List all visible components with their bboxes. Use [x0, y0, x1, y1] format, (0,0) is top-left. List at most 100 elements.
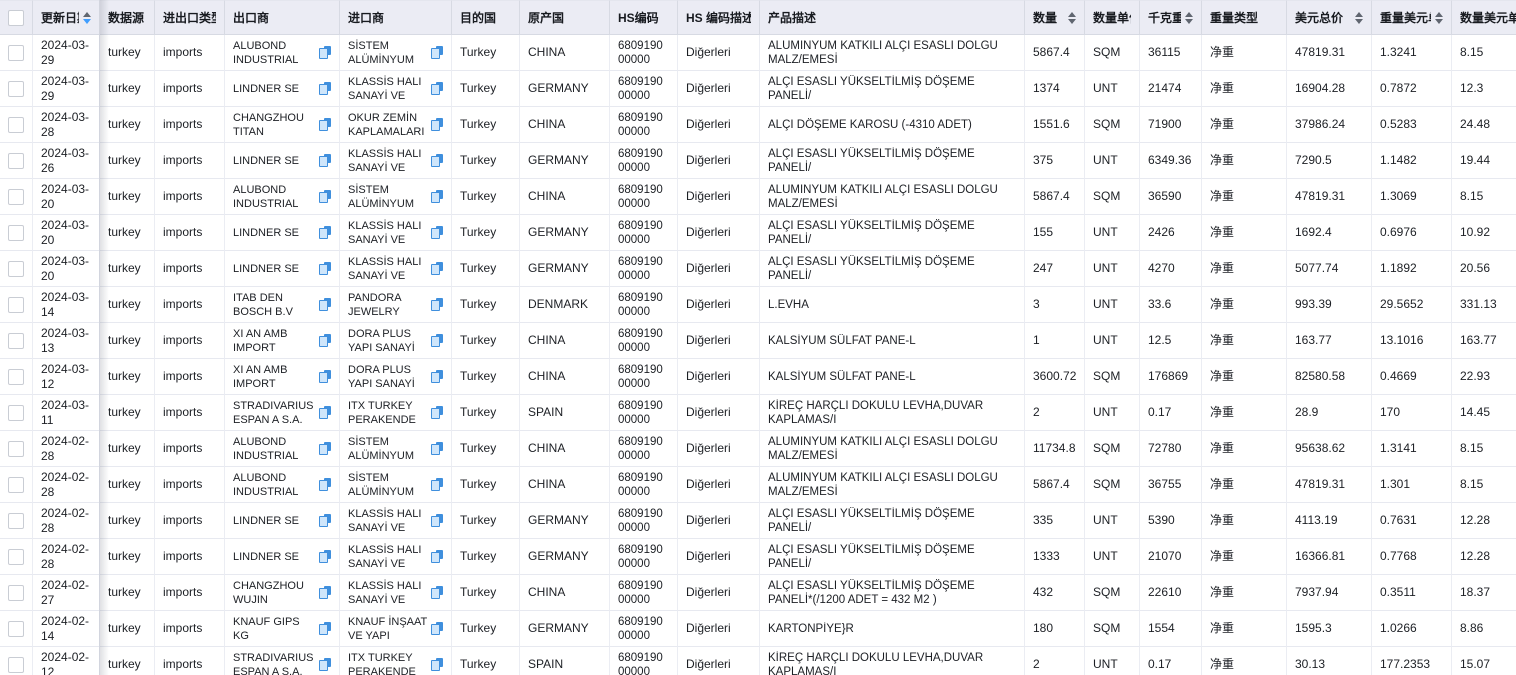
copy-icon[interactable]: [431, 226, 443, 240]
sort-desc-icon[interactable]: [1435, 19, 1443, 24]
sort-asc-icon[interactable]: [1185, 12, 1193, 17]
sort-carets-icon[interactable]: [1355, 12, 1363, 24]
copy-icon[interactable]: [431, 442, 443, 456]
cell-value-quantity_usd_price: 15.07: [1460, 657, 1516, 672]
row-checkbox[interactable]: [8, 441, 24, 457]
copy-icon[interactable]: [319, 370, 331, 384]
sort-carets-icon[interactable]: [1185, 12, 1193, 24]
copy-icon[interactable]: [431, 118, 443, 132]
copy-icon[interactable]: [431, 154, 443, 168]
header-usd_total[interactable]: 美元总价: [1287, 0, 1372, 35]
table-row: 2024-03-28turkeyimportsCHANGZHOU TITAN D…: [0, 107, 1516, 143]
header-kg_weight[interactable]: 千克重量: [1140, 0, 1202, 35]
sort-carets-icon[interactable]: [1068, 12, 1076, 24]
copy-icon[interactable]: [431, 550, 443, 564]
row-checkbox[interactable]: [8, 225, 24, 241]
copy-icon[interactable]: [319, 190, 331, 204]
row-checkbox[interactable]: [8, 477, 24, 493]
sort-carets-icon[interactable]: [1435, 12, 1443, 24]
copy-icon[interactable]: [319, 298, 331, 312]
row-checkbox[interactable]: [8, 585, 24, 601]
row-checkbox[interactable]: [8, 117, 24, 133]
cell-hs_code: 680919000000: [610, 143, 678, 179]
sort-carets-icon[interactable]: [83, 12, 91, 24]
copy-icon[interactable]: [319, 442, 331, 456]
copy-icon[interactable]: [431, 514, 443, 528]
cell-importer: PANDORA JEWELRY MÜCEVHERAT ANONİM: [340, 287, 452, 323]
copy-icon[interactable]: [431, 406, 443, 420]
copy-icon[interactable]: [431, 622, 443, 636]
row-checkbox[interactable]: [8, 153, 24, 169]
copy-icon[interactable]: [431, 298, 443, 312]
sort-desc-icon[interactable]: [1185, 19, 1193, 24]
copy-icon[interactable]: [319, 226, 331, 240]
hs-code-value: 680919000000: [618, 291, 669, 319]
row-checkbox[interactable]: [8, 513, 24, 529]
sort-desc-icon[interactable]: [83, 19, 91, 24]
row-checkbox[interactable]: [8, 405, 24, 421]
row-checkbox[interactable]: [8, 45, 24, 61]
header-label-source: 数据源: [108, 9, 144, 26]
cell-weight_usd_price: 1.3241: [1372, 35, 1452, 71]
cell-value-origin: CHINA: [528, 45, 601, 60]
row-checkbox[interactable]: [8, 369, 24, 385]
row-checkbox[interactable]: [8, 81, 24, 97]
copy-icon[interactable]: [319, 406, 331, 420]
cell-value-kg_weight: 1554: [1148, 621, 1193, 636]
cell-quantity_usd_price: 8.15: [1452, 431, 1516, 467]
cell-value-source: turkey: [108, 549, 146, 564]
copy-icon[interactable]: [319, 478, 331, 492]
cell-usd_total: 47819.31: [1287, 179, 1372, 215]
sort-asc-icon[interactable]: [83, 12, 91, 17]
cell-kg_weight: 176869: [1140, 359, 1202, 395]
header-date[interactable]: 更新日期: [33, 0, 100, 35]
copy-icon[interactable]: [319, 262, 331, 276]
copy-icon[interactable]: [431, 658, 443, 672]
cell-weight_type: 净重: [1202, 539, 1287, 575]
cell-value-usd_total: 5077.74: [1295, 261, 1363, 276]
row-checkbox[interactable]: [8, 549, 24, 565]
cell-value-trade_type: imports: [163, 585, 216, 600]
sort-desc-icon[interactable]: [1068, 19, 1076, 24]
copy-icon[interactable]: [431, 46, 443, 60]
header-quantity_usd_price[interactable]: 数量美元单价: [1452, 0, 1516, 35]
cell-value-quantity_unit: UNT: [1093, 333, 1131, 348]
copy-icon[interactable]: [319, 514, 331, 528]
sort-asc-icon[interactable]: [1435, 12, 1443, 17]
copy-icon[interactable]: [431, 370, 443, 384]
copy-icon[interactable]: [431, 334, 443, 348]
row-checkbox[interactable]: [8, 261, 24, 277]
copy-icon[interactable]: [319, 586, 331, 600]
copy-icon[interactable]: [431, 478, 443, 492]
row-checkbox[interactable]: [8, 657, 24, 673]
row-checkbox[interactable]: [8, 333, 24, 349]
copy-icon[interactable]: [319, 658, 331, 672]
copy-icon[interactable]: [431, 262, 443, 276]
header-quantity[interactable]: 数量: [1025, 0, 1085, 35]
cell-value-quantity: 1374: [1033, 81, 1076, 96]
copy-icon[interactable]: [319, 118, 331, 132]
copy-icon[interactable]: [319, 46, 331, 60]
copy-icon[interactable]: [319, 82, 331, 96]
cell-quantity_usd_price: 8.15: [1452, 35, 1516, 71]
cell-weight_usd_price: 1.3141: [1372, 431, 1452, 467]
copy-icon[interactable]: [431, 190, 443, 204]
copy-icon[interactable]: [431, 82, 443, 96]
copy-icon[interactable]: [319, 154, 331, 168]
cell-value-destination: Turkey: [460, 189, 511, 204]
header-label-weight_usd_price: 重量美元单价: [1380, 9, 1431, 26]
header-weight_usd_price[interactable]: 重量美元单价: [1372, 0, 1452, 35]
row-checkbox[interactable]: [8, 189, 24, 205]
copy-icon[interactable]: [319, 622, 331, 636]
row-checkbox[interactable]: [8, 621, 24, 637]
cell-value-usd_total: 7937.94: [1295, 585, 1363, 600]
select-all-checkbox[interactable]: [8, 10, 24, 26]
table-row: 2024-03-12turkeyimportsXI AN AMB IMPORT …: [0, 359, 1516, 395]
sort-desc-icon[interactable]: [1355, 19, 1363, 24]
copy-icon[interactable]: [431, 586, 443, 600]
row-checkbox[interactable]: [8, 297, 24, 313]
sort-asc-icon[interactable]: [1068, 12, 1076, 17]
copy-icon[interactable]: [319, 334, 331, 348]
sort-asc-icon[interactable]: [1355, 12, 1363, 17]
copy-icon[interactable]: [319, 550, 331, 564]
